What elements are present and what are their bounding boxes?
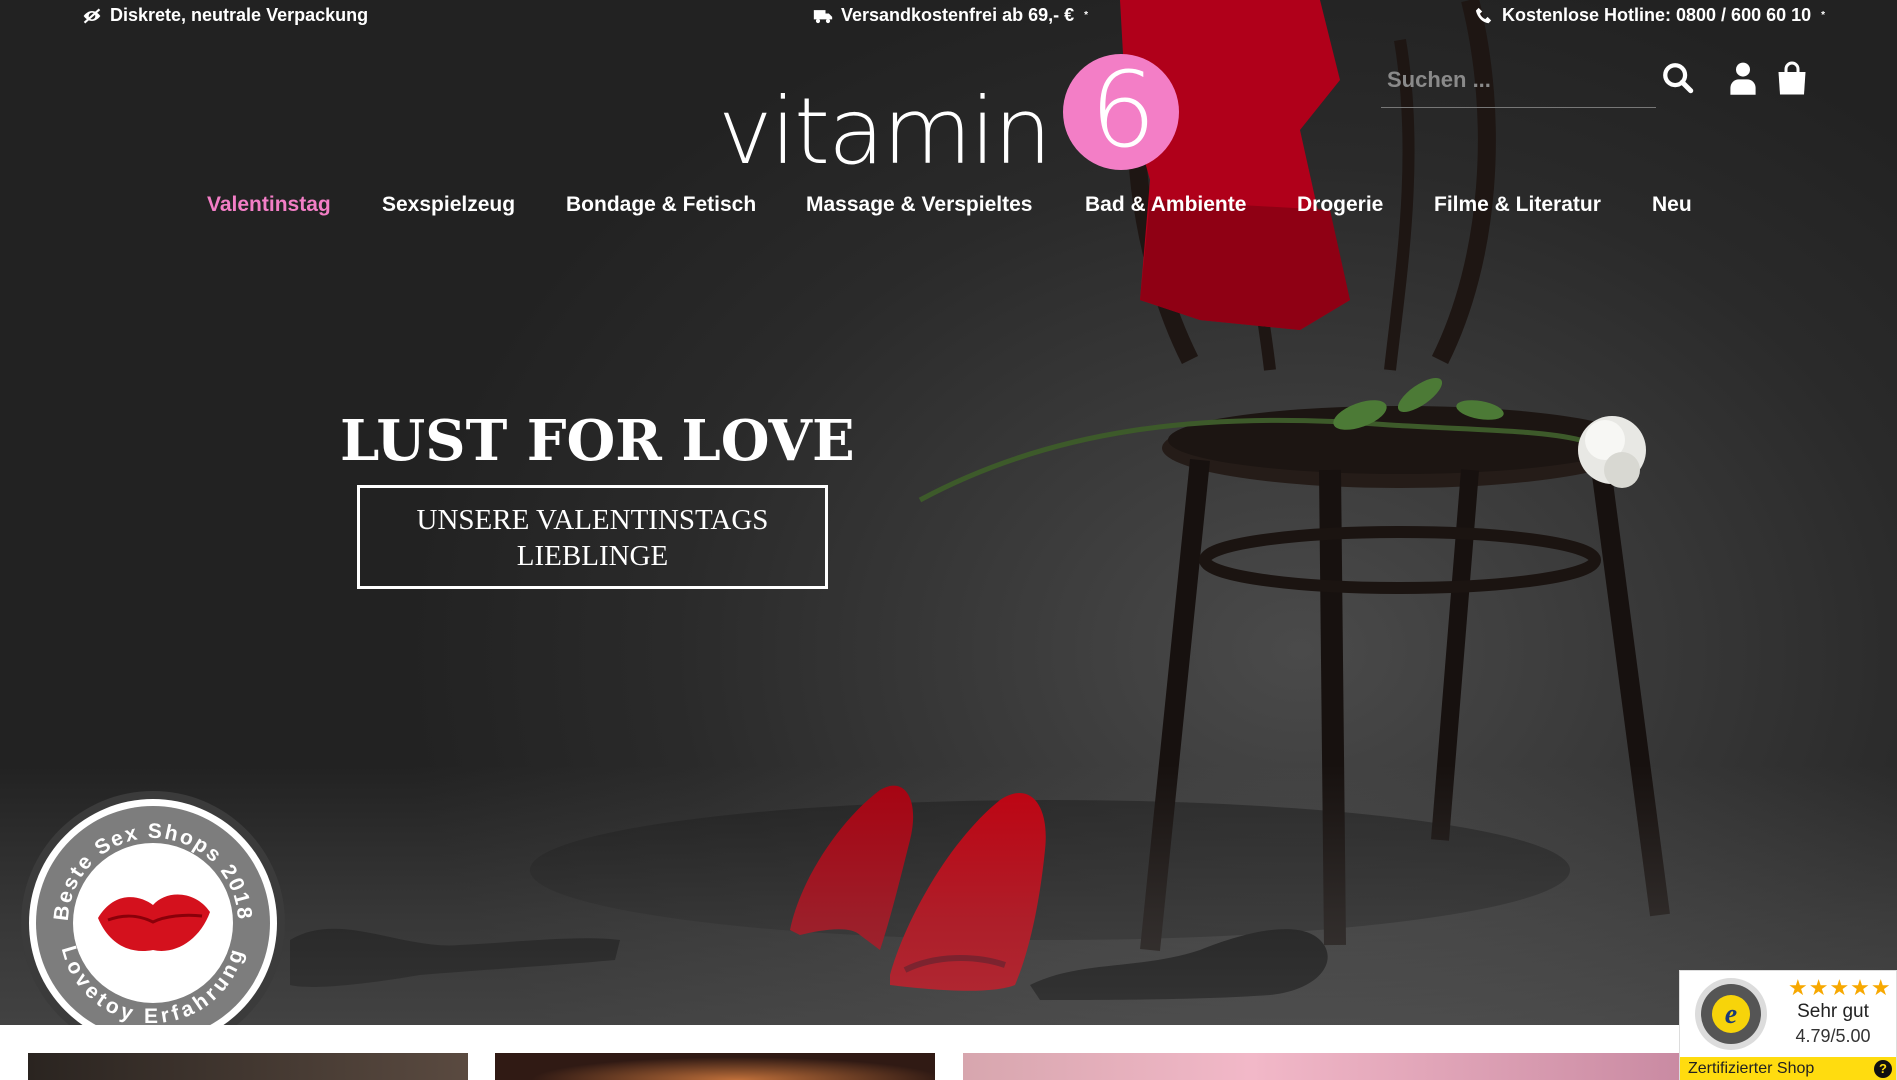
rating-stars: ★★★★★ [1788, 975, 1892, 1000]
site-logo[interactable]: vitamin 6 [718, 49, 1188, 185]
nav-item-neu[interactable]: Neu [1652, 193, 1692, 217]
discreet-packaging-text: Diskrete, neutrale Verpackung [110, 5, 369, 25]
trusted-shops-widget[interactable]: e ★★★★★ Sehr gut 4.79/5.00 Zertifizierte… [1679, 970, 1897, 1080]
hotline-text: Kostenlose Hotline: 0800 / 600 60 10 [1502, 5, 1812, 25]
best-shop-badge[interactable]: Beste Sex Shops 2018 Lovetoy Erfahrung [20, 790, 286, 1056]
logo-wordmark: vitamin [718, 78, 1052, 185]
nav-item-bondage-fetisch[interactable]: Bondage & Fetisch [566, 193, 756, 217]
top-info-bar: Diskrete, neutrale Verpackung Versandkos… [0, 0, 1897, 32]
teaser-tile-1[interactable] [28, 1053, 468, 1080]
hotline-footnote-mark: * [1821, 10, 1826, 21]
certified-shop-text: Zertifizierter Shop [1688, 1060, 1815, 1077]
search-input[interactable] [1381, 60, 1656, 100]
nav-item-bad-ambiente[interactable]: Bad & Ambiente [1085, 193, 1246, 217]
rating-score: 4.79/5.00 [1795, 1026, 1871, 1046]
shopping-bag-icon [1778, 61, 1806, 95]
nav-item-drogerie[interactable]: Drogerie [1297, 193, 1383, 217]
main-navigation: Valentinstag Sexspielzeug Bondage & Feti… [0, 193, 1897, 227]
teaser-tile-2[interactable] [495, 1053, 935, 1080]
certified-shop-footer: Zertifizierter Shop ? [1680, 1057, 1896, 1080]
teaser-tile-3[interactable] [963, 1053, 1683, 1080]
search-button[interactable] [1658, 58, 1698, 98]
search-box[interactable] [1381, 60, 1656, 108]
svg-text:e: e [1725, 999, 1737, 1030]
free-shipping-info: Versandkostenfrei ab 69,- € * [813, 5, 1088, 26]
cta-line-1: UNSERE VALENTINSTAGS [416, 504, 769, 536]
badge-seal: Beste Sex Shops 2018 Lovetoy Erfahrung [21, 791, 285, 1055]
help-icon[interactable]: ? [1874, 1060, 1892, 1078]
search-icon [1663, 63, 1694, 94]
eye-slash-icon [83, 8, 101, 23]
cart-button[interactable] [1772, 58, 1812, 98]
user-icon [1730, 62, 1756, 95]
shipping-footnote-mark: * [1084, 10, 1089, 21]
phone-icon [1475, 7, 1492, 23]
truck-icon [813, 9, 833, 23]
logo-six: 6 [1090, 49, 1157, 171]
free-shipping-text: Versandkostenfrei ab 69,- € [841, 5, 1075, 25]
nav-item-sexspielzeug[interactable]: Sexspielzeug [382, 193, 515, 217]
account-button[interactable] [1723, 58, 1763, 98]
cta-line-2: LIEBLINGE [516, 540, 669, 572]
valentine-favorites-button[interactable]: UNSERE VALENTINSTAGS LIEBLINGE [357, 485, 828, 589]
nav-item-massage-verspieltes[interactable]: Massage & Verspieltes [806, 193, 1032, 217]
hero-title: LUST FOR LOVE [340, 408, 855, 474]
discreet-packaging-info: Diskrete, neutrale Verpackung [82, 5, 368, 26]
nav-item-valentinstag[interactable]: Valentinstag [207, 193, 331, 217]
trusted-shops-seal-icon: e [1695, 978, 1767, 1050]
hotline-info[interactable]: Kostenlose Hotline: 0800 / 600 60 10 * [1474, 5, 1825, 26]
rating-label: Sehr gut [1797, 1001, 1869, 1022]
nav-item-filme-literatur[interactable]: Filme & Literatur [1434, 193, 1601, 217]
